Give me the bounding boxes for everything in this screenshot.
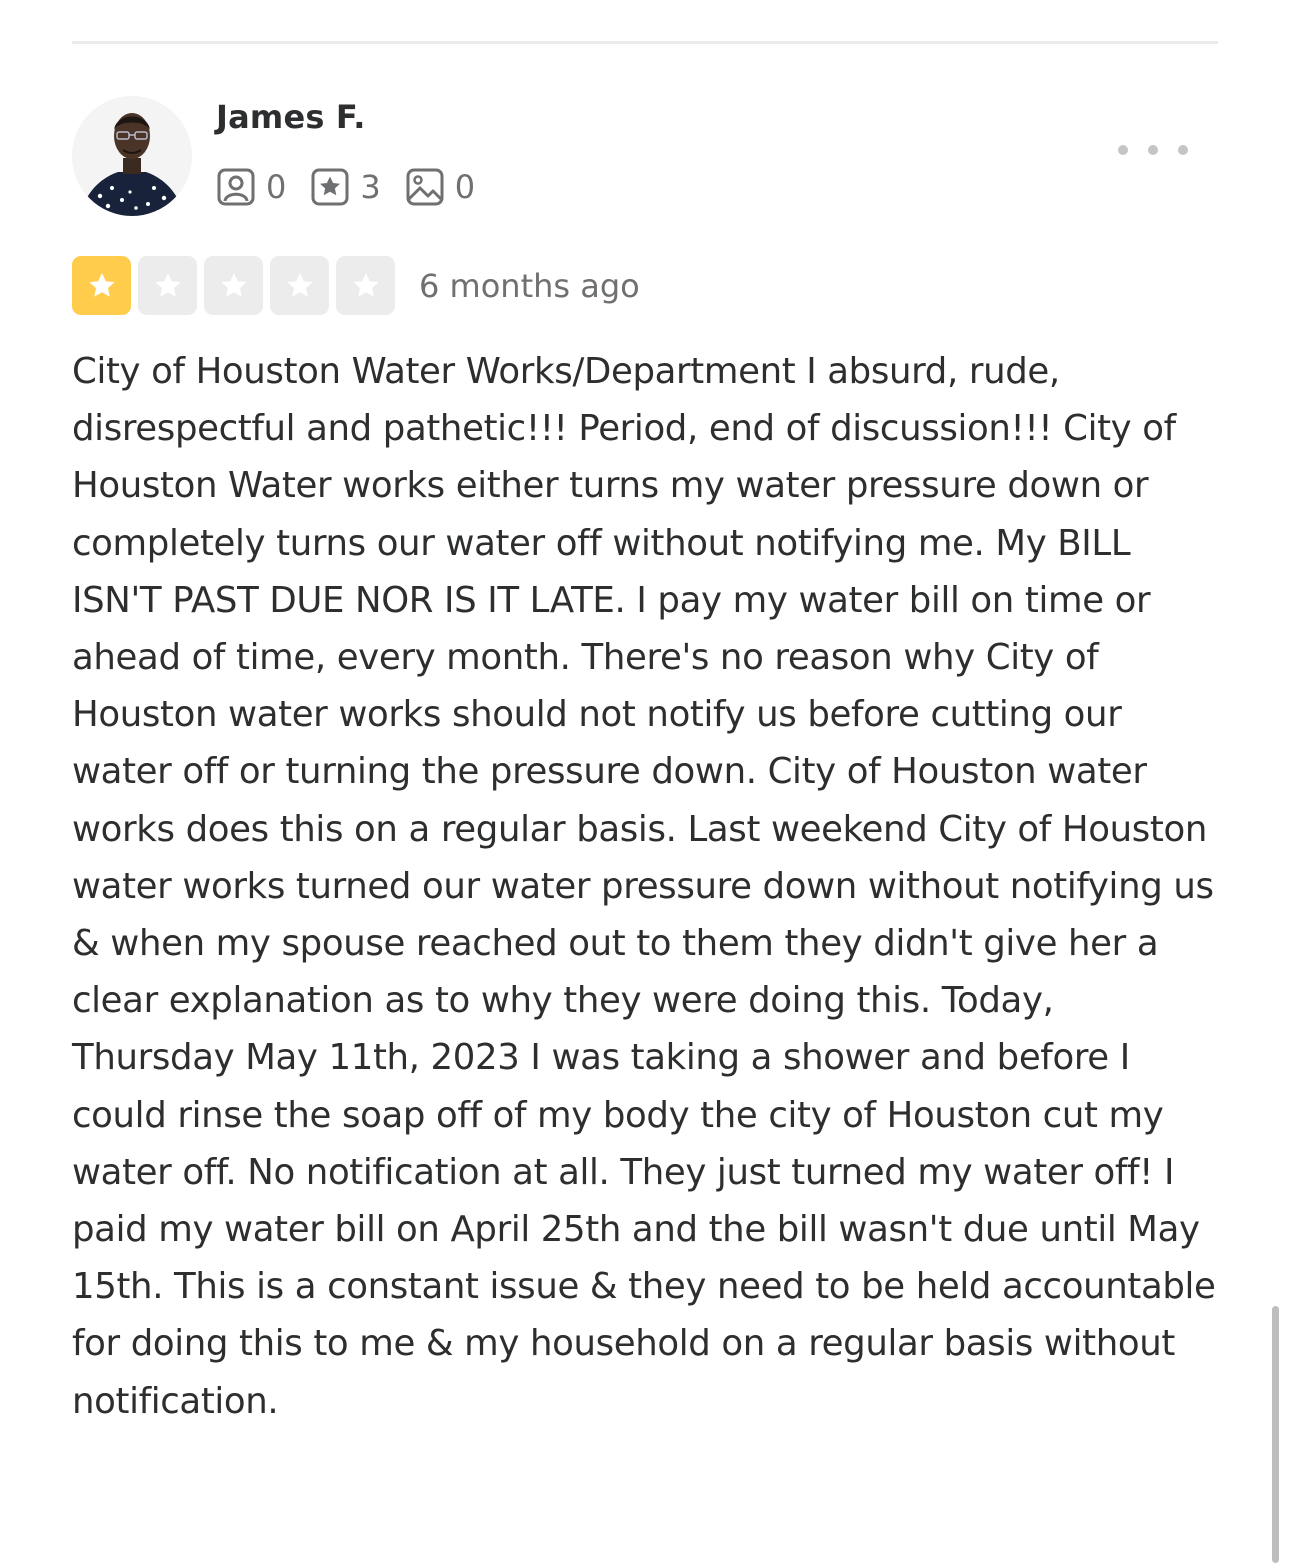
review-text: City of Houston Water Works/Department I… bbox=[72, 351, 1216, 1422]
reviews-stat: 3 bbox=[310, 166, 381, 208]
photos-stat: 0 bbox=[405, 166, 475, 208]
more-dot bbox=[1118, 145, 1128, 155]
more-dot bbox=[1148, 145, 1158, 155]
friends-stat: 0 bbox=[216, 166, 286, 208]
avatar[interactable] bbox=[72, 96, 192, 216]
star-3 bbox=[204, 256, 263, 315]
more-dot bbox=[1178, 145, 1188, 155]
photos-count: 0 bbox=[454, 168, 476, 206]
friends-icon bbox=[217, 168, 255, 206]
star-1 bbox=[72, 256, 131, 315]
star-2 bbox=[138, 256, 197, 315]
star-icon bbox=[88, 272, 115, 297]
reviewer-stats: 0 3 0 bbox=[216, 166, 499, 208]
reviewer-name[interactable]: James F. bbox=[216, 98, 366, 136]
star-icon bbox=[154, 272, 181, 297]
review-card: James F. 0 3 0 6 months ago City of Hous… bbox=[0, 0, 1290, 1563]
scrollbar[interactable] bbox=[1272, 1306, 1279, 1563]
star-icon bbox=[352, 272, 379, 297]
friends-count: 0 bbox=[266, 168, 287, 206]
top-divider bbox=[72, 41, 1218, 44]
star-4 bbox=[270, 256, 329, 315]
review-star-icon bbox=[311, 168, 349, 206]
more-options-icon[interactable] bbox=[1118, 136, 1188, 164]
star-icon bbox=[220, 272, 247, 297]
review-time: 6 months ago bbox=[419, 266, 640, 305]
star-5 bbox=[336, 256, 395, 315]
photo-icon bbox=[406, 168, 444, 206]
star-rating: 6 months ago bbox=[72, 256, 640, 315]
reviews-count: 3 bbox=[360, 168, 381, 206]
star-icon bbox=[286, 272, 313, 297]
